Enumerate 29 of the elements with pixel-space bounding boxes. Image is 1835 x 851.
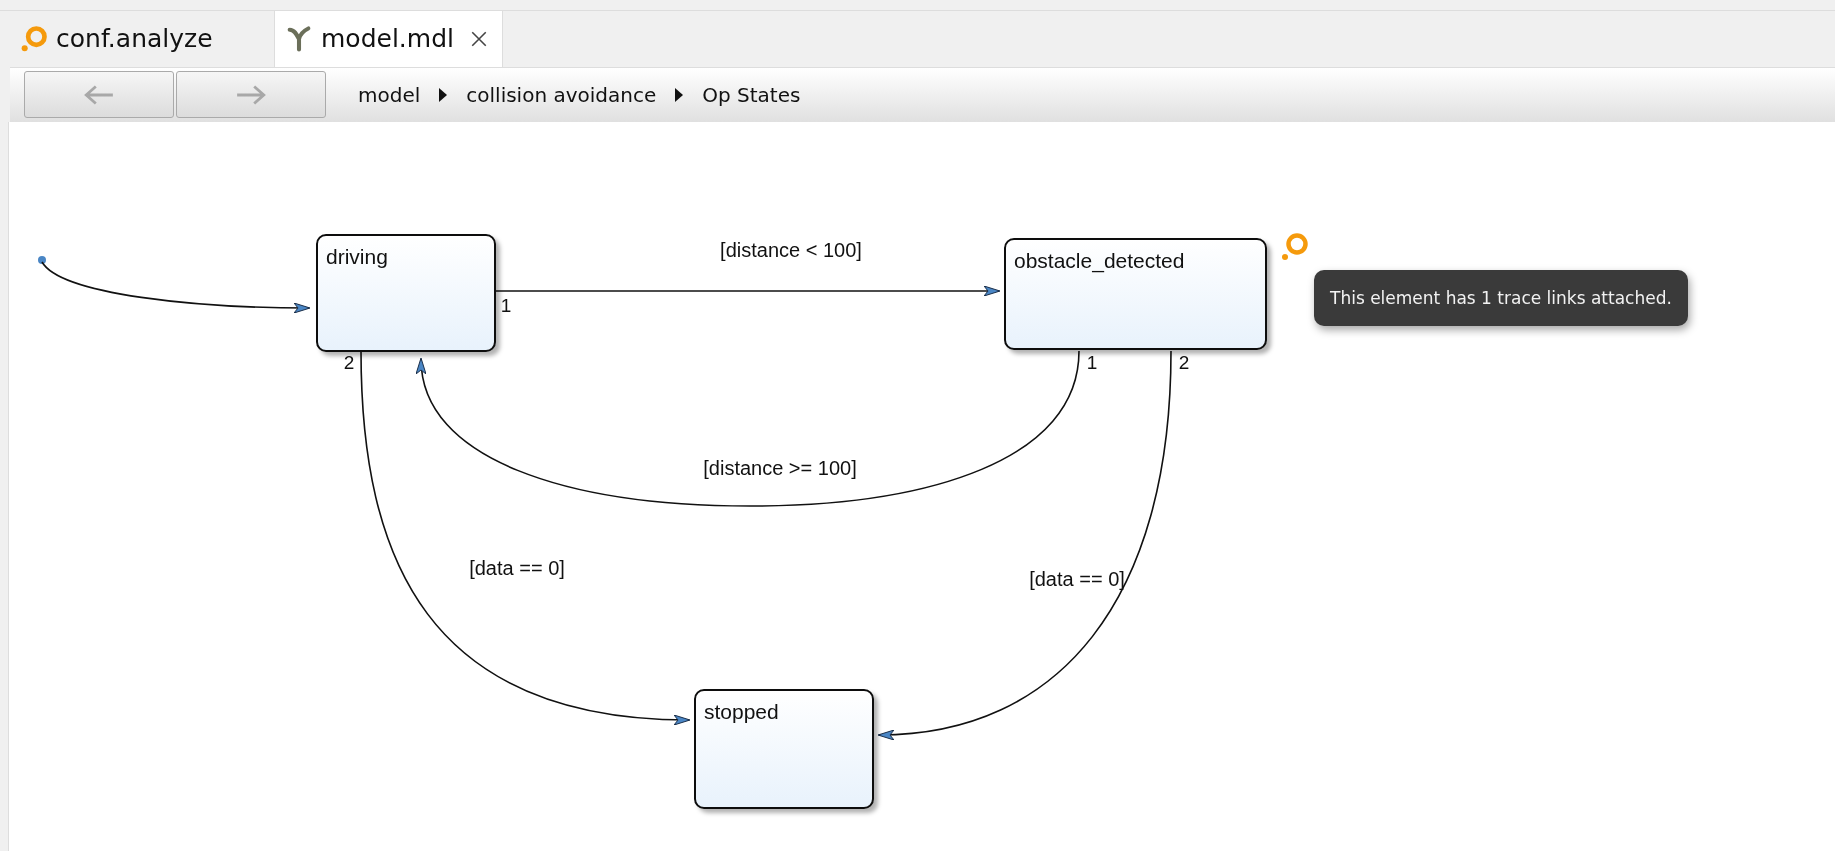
triangle-icon bbox=[438, 88, 449, 102]
state-box[interactable] bbox=[316, 234, 496, 352]
state-name: driving bbox=[326, 245, 388, 268]
guard-label: [data == 0] bbox=[1029, 568, 1125, 590]
state-name: obstacle_detected bbox=[1014, 249, 1185, 272]
initial-state-dot bbox=[38, 256, 46, 264]
breadcrumb-item[interactable]: model bbox=[358, 83, 421, 107]
triangle-icon bbox=[674, 88, 685, 102]
tab-label: model.mdl bbox=[321, 24, 454, 54]
editor-tab[interactable]: model.mdl bbox=[274, 11, 503, 67]
guard-label: [distance < 100] bbox=[720, 239, 862, 261]
close-icon[interactable] bbox=[469, 30, 488, 48]
tab-label: conf.analyze bbox=[56, 24, 213, 54]
breadcrumb-item[interactable]: collision avoidance bbox=[466, 83, 657, 107]
port-number: 2 bbox=[1178, 352, 1190, 373]
magnifier-icon bbox=[20, 25, 48, 53]
left-arrow-icon bbox=[83, 84, 115, 106]
guard-label: [distance >= 100] bbox=[703, 457, 857, 479]
tooltip: This element has 1 trace links attached. bbox=[1314, 270, 1688, 326]
port-number: 1 bbox=[1086, 352, 1098, 373]
port-number: 2 bbox=[343, 352, 355, 373]
state-box[interactable] bbox=[694, 689, 874, 809]
breadcrumb-item[interactable]: Op States bbox=[702, 83, 801, 107]
right-arrow-icon bbox=[235, 84, 267, 106]
port-number: 1 bbox=[500, 295, 512, 316]
state-box[interactable] bbox=[1004, 238, 1267, 350]
state-name: stopped bbox=[704, 700, 779, 723]
branch-icon bbox=[285, 25, 313, 53]
guard-label: [data == 0] bbox=[469, 557, 565, 579]
